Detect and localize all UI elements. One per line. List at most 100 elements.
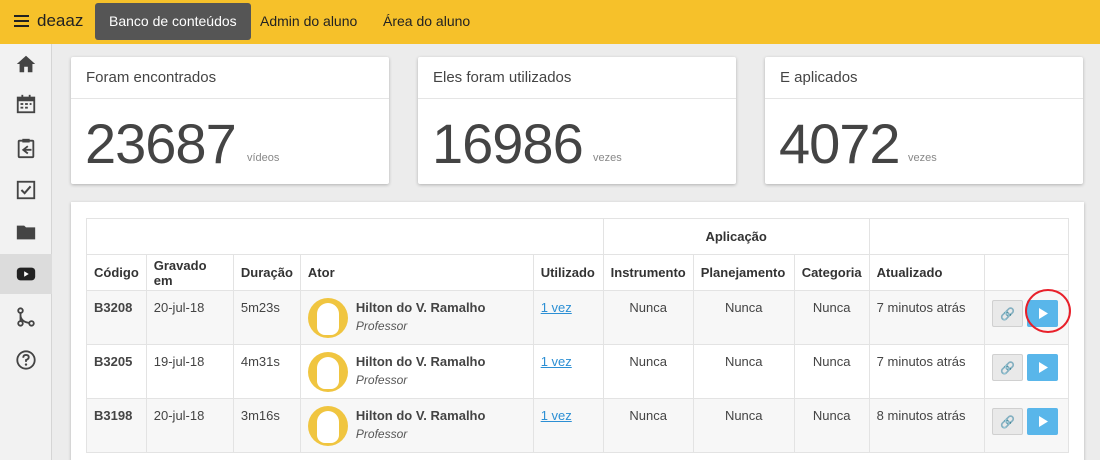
link-button[interactable]: 🔗: [992, 408, 1024, 435]
actor-name: Hilton do V. Ramalho: [355, 354, 486, 369]
table-row: B3205 19-jul-18 4m31s Hilton do V. Ramal…: [86, 344, 1069, 399]
play-button[interactable]: [1027, 354, 1059, 381]
cell-recorded: 19-jul-18: [145, 344, 234, 399]
link-icon: 🔗: [1000, 414, 1016, 429]
tab-admin-do-aluno[interactable]: Admin do aluno: [246, 3, 371, 40]
cell-planning: Nunca: [692, 344, 795, 399]
link-button[interactable]: 🔗: [992, 300, 1024, 327]
cell-code: B3208: [86, 290, 147, 345]
cell-category: Nunca: [793, 398, 870, 453]
stat-value: 4072: [779, 112, 901, 175]
cell-actor: Hilton do V. Ramalho Professor: [299, 290, 534, 345]
play-icon: [1038, 416, 1048, 427]
cell-updated: 7 minutos atrás: [868, 290, 986, 345]
col-header-gravado: Gravado em: [145, 254, 234, 291]
cell-instrument: Nunca: [602, 290, 694, 345]
cell-category: Nunca: [793, 344, 870, 399]
link-icon: 🔗: [1000, 306, 1016, 321]
cell-actions: 🔗: [984, 398, 1069, 453]
sidebar-item-help[interactable]: [0, 340, 52, 380]
cell-actions: 🔗: [984, 290, 1069, 345]
tab-area-do-aluno[interactable]: Área do aluno: [369, 3, 484, 40]
stat-value: 16986: [432, 112, 584, 175]
sidebar-item-home[interactable]: [0, 44, 52, 84]
stat-unit: vezes: [908, 152, 937, 164]
avatar: [307, 352, 348, 392]
avatar: [307, 298, 348, 338]
stat-unit: vídeos: [247, 152, 280, 164]
stat-card-used: Eles foram utilizados 16986 vezes: [418, 57, 736, 184]
checkbox-icon: [16, 180, 36, 200]
used-link[interactable]: 1 vez: [541, 408, 572, 423]
cell-used: 1 vez: [532, 398, 604, 453]
home-icon: [16, 55, 36, 73]
link-button[interactable]: 🔗: [992, 354, 1024, 381]
cell-duration: 4m31s: [232, 344, 301, 399]
col-header-actions: [984, 254, 1069, 291]
help-icon: [16, 350, 36, 370]
avatar: [307, 406, 348, 446]
stat-title: Foram encontrados: [71, 57, 389, 99]
link-icon: 🔗: [1000, 360, 1016, 375]
calendar-icon: [16, 94, 36, 114]
col-header-atualizado: Atualizado: [868, 254, 986, 291]
play-button[interactable]: [1027, 300, 1059, 327]
cell-duration: 3m16s: [232, 398, 301, 453]
cell-actions: 🔗: [984, 344, 1069, 399]
brand-name[interactable]: deaaz: [37, 11, 83, 31]
cell-planning: Nunca: [692, 290, 795, 345]
sidebar-item-folder[interactable]: [0, 212, 52, 252]
top-bar: deaaz Banco de conteúdos Admin do aluno …: [0, 0, 1100, 44]
sidebar-item-videos[interactable]: [0, 254, 52, 294]
actor-role: Professor: [355, 373, 408, 387]
cell-updated: 8 minutos atrás: [868, 398, 986, 453]
stat-title: E aplicados: [765, 57, 1083, 99]
sidebar-item-calendar[interactable]: [0, 84, 52, 124]
group-header-empty: [868, 218, 1070, 255]
clipboard-icon: [17, 138, 35, 159]
play-icon: [1038, 308, 1048, 319]
stat-unit: vezes: [593, 152, 622, 164]
video-icon: [16, 267, 36, 281]
cell-code: B3205: [86, 344, 147, 399]
table-row: B3208 20-jul-18 5m23s Hilton do V. Ramal…: [86, 290, 1069, 345]
cell-used: 1 vez: [532, 290, 604, 345]
col-header-codigo: Código: [86, 254, 147, 291]
actor-role: Professor: [355, 427, 408, 441]
tab-banco-de-conteudos[interactable]: Banco de conteúdos: [95, 3, 251, 40]
folder-icon: [16, 225, 36, 240]
sidebar-item-flow[interactable]: [0, 297, 52, 337]
flow-icon: [17, 307, 35, 327]
cell-actor: Hilton do V. Ramalho Professor: [299, 344, 534, 399]
col-header-utilizado: Utilizado: [532, 254, 604, 291]
cell-recorded: 20-jul-18: [145, 290, 234, 345]
actor-role: Professor: [355, 319, 408, 333]
used-link[interactable]: 1 vez: [541, 300, 572, 315]
actor-name: Hilton do V. Ramalho: [355, 408, 486, 423]
stat-value: 23687: [85, 112, 237, 175]
col-header-categoria: Categoria: [793, 254, 870, 291]
cell-duration: 5m23s: [232, 290, 301, 345]
group-header-aplicacao: Aplicação: [602, 218, 870, 255]
cell-instrument: Nunca: [602, 344, 694, 399]
cell-planning: Nunca: [692, 398, 795, 453]
videos-table-panel: Aplicação Código Gravado em Duração Ator…: [71, 202, 1084, 460]
videos-table: Aplicação Código Gravado em Duração Ator…: [86, 218, 1070, 453]
stat-card-applied: E aplicados 4072 vezes: [765, 57, 1083, 184]
sidebar-item-clipboard[interactable]: [0, 128, 52, 168]
stat-title: Eles foram utilizados: [418, 57, 736, 99]
col-header-ator: Ator: [299, 254, 534, 291]
cell-updated: 7 minutos atrás: [868, 344, 986, 399]
sidebar: [0, 44, 52, 460]
group-header-empty: [86, 218, 604, 255]
table-row: B3198 20-jul-18 3m16s Hilton do V. Ramal…: [86, 398, 1069, 453]
play-button[interactable]: [1027, 408, 1059, 435]
used-link[interactable]: 1 vez: [541, 354, 572, 369]
col-header-planejamento: Planejamento: [692, 254, 795, 291]
cell-actor: Hilton do V. Ramalho Professor: [299, 398, 534, 453]
cell-used: 1 vez: [532, 344, 604, 399]
cell-instrument: Nunca: [602, 398, 694, 453]
sidebar-item-tasks[interactable]: [0, 170, 52, 210]
col-header-instrumento: Instrumento: [602, 254, 694, 291]
menu-icon[interactable]: [14, 15, 29, 27]
